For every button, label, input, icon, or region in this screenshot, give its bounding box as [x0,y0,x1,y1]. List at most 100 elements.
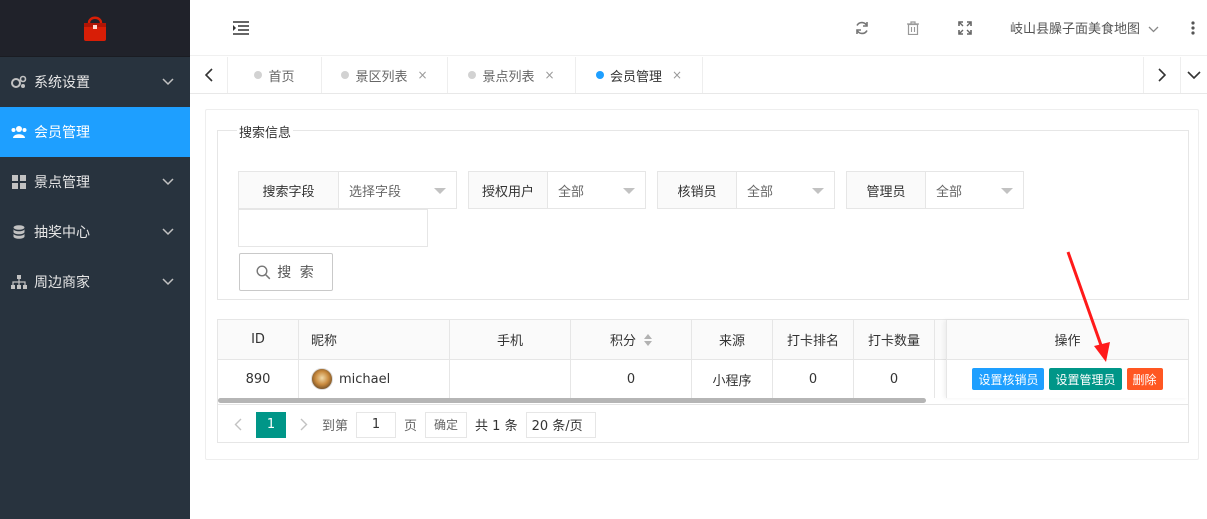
select-value: 选择字段 [349,184,402,200]
tab-home[interactable]: 首页 [228,57,322,93]
sidebar-item-label: 系统设置 [34,75,90,91]
close-icon[interactable]: × [417,68,427,82]
tab-dot [341,71,350,79]
refresh-icon[interactable] [851,17,873,39]
col-checkin-count[interactable]: 打卡数量 [854,320,935,359]
caret-down-icon [812,188,824,194]
cell-checkin-rank: 0 [773,360,854,398]
users-icon [10,124,28,140]
close-icon[interactable]: × [544,68,554,82]
prev-page-icon[interactable] [228,418,248,431]
search-button[interactable]: 搜 索 [239,253,333,291]
chevron-down-icon [162,276,190,289]
filter-search-field: 搜索字段 选择字段 [238,171,457,209]
tab-label: 首页 [268,69,295,85]
filter-admin: 管理员 全部 [846,171,1024,209]
page-unit: 页 [404,419,418,434]
select-authorized-user[interactable]: 全部 [548,172,645,208]
sidebar-item-label: 会员管理 [34,125,90,141]
next-page-icon[interactable] [294,418,314,431]
filter-label: 搜索字段 [239,172,339,208]
cell-nickname: michael [299,360,450,398]
horizontal-scrollbar[interactable] [218,398,926,403]
menu-toggle-icon[interactable] [230,17,252,39]
select-value: 全部 [747,184,774,200]
annotation-arrow-icon [1066,251,1110,362]
nickname-text: michael [339,371,391,387]
logo[interactable] [0,0,190,57]
tab-label: 景点列表 [482,69,535,85]
search-legend: 搜索信息 [237,122,294,141]
page-current[interactable]: 1 [256,411,286,438]
app-root: 系统设置 会员管理 景点管理 抽奖中心 周边商家 岐山县臊子面美食地图 首页 景… [0,0,1207,519]
sidebar-item-lottery-center[interactable]: 抽奖中心 [0,207,190,257]
sidebar-item-label: 周边商家 [34,275,90,291]
chevron-down-icon [162,226,190,239]
col-points[interactable]: 积分 [571,320,692,359]
select-search-field[interactable]: 选择字段 [339,172,456,208]
fullscreen-icon[interactable] [954,17,976,39]
sidebar-nav: 系统设置 会员管理 景点管理 抽奖中心 周边商家 [0,57,190,519]
search-button-label: 搜 索 [277,265,316,281]
sidebar-item-nearby-merchants[interactable]: 周边商家 [0,257,190,307]
member-table: ID 昵称 手机 积分 来源 打卡排名 打卡数量 890 michael 0 小… [217,319,1189,443]
cell-source: 小程序 [692,360,773,398]
sidebar-item-scenic-management[interactable]: 景点管理 [0,157,190,207]
tab-scenic-spot-list[interactable]: 景点列表 × [448,57,576,93]
search-fieldset: 搜索字段 选择字段 授权用户 全部 核销员 全部 管理员 全部 搜 索 [217,130,1189,300]
filter-label: 管理员 [847,172,926,208]
caret-down-icon [434,188,446,194]
sitemap-icon [10,274,28,290]
sort-icon[interactable] [644,333,652,346]
col-phone[interactable]: 手机 [450,320,571,359]
cell-checkin-count: 0 [854,360,935,398]
select-value: 全部 [558,184,585,200]
caret-down-icon [623,188,635,194]
tab-label: 会员管理 [609,69,662,85]
avatar [311,368,333,390]
tab-label: 景区列表 [355,69,408,85]
tab-dot [254,71,263,79]
filter-label: 授权用户 [469,172,548,208]
tab-scenic-area-list[interactable]: 景区列表 × [322,57,448,93]
top-header: 岐山县臊子面美食地图 [190,0,1207,56]
set-verifier-button[interactable]: 设置核销员 [972,368,1045,390]
pagination: 1 到第 1 页 确定 共 1 条 20 条/页 [218,404,1188,444]
goto-page-input[interactable]: 1 [356,411,397,438]
search-icon [256,264,271,279]
sidebar-item-label: 抽奖中心 [34,225,90,241]
content-card: 搜索字段 选择字段 授权用户 全部 核销员 全部 管理员 全部 搜 索 搜索信息… [205,109,1199,460]
col-checkin-rank[interactable]: 打卡排名 [773,320,854,359]
col-points-label: 积分 [609,334,636,349]
page-size-select[interactable]: 20 条/页 [525,411,596,438]
sidebar-item-label: 景点管理 [34,175,90,191]
database-icon [10,224,28,240]
select-admin[interactable]: 全部 [926,172,1023,208]
chevron-down-icon [1148,25,1159,36]
more-vertical-icon[interactable] [1182,17,1204,39]
cell-id: 890 [218,360,299,398]
search-keyword-input[interactable] [238,209,428,247]
trash-icon[interactable] [902,17,924,39]
col-source[interactable]: 来源 [692,320,773,359]
col-id[interactable]: ID [218,320,299,359]
total-count: 共 1 条 [475,419,518,434]
tab-dropdown-icon[interactable] [1181,57,1207,93]
goto-confirm-button[interactable]: 确定 [425,411,468,438]
site-name-dropdown[interactable]: 岐山县臊子面美食地图 [1010,18,1159,37]
tab-scroll-right-icon[interactable] [1143,57,1181,93]
set-admin-button[interactable]: 设置管理员 [1049,368,1122,390]
select-verifier[interactable]: 全部 [737,172,834,208]
close-icon[interactable]: × [672,68,682,82]
gears-icon [10,74,28,90]
delete-button[interactable]: 删除 [1126,368,1163,390]
tab-scroll-left-icon[interactable] [190,57,228,93]
goto-label: 到第 [322,419,349,434]
col-nickname[interactable]: 昵称 [299,320,450,359]
tab-member-management[interactable]: 会员管理 × [576,57,703,93]
cell-phone [450,360,571,398]
caret-down-icon [1001,188,1013,194]
sidebar-item-member-management[interactable]: 会员管理 [0,107,190,157]
sidebar-item-system-settings[interactable]: 系统设置 [0,57,190,107]
cell-points: 0 [571,360,692,398]
